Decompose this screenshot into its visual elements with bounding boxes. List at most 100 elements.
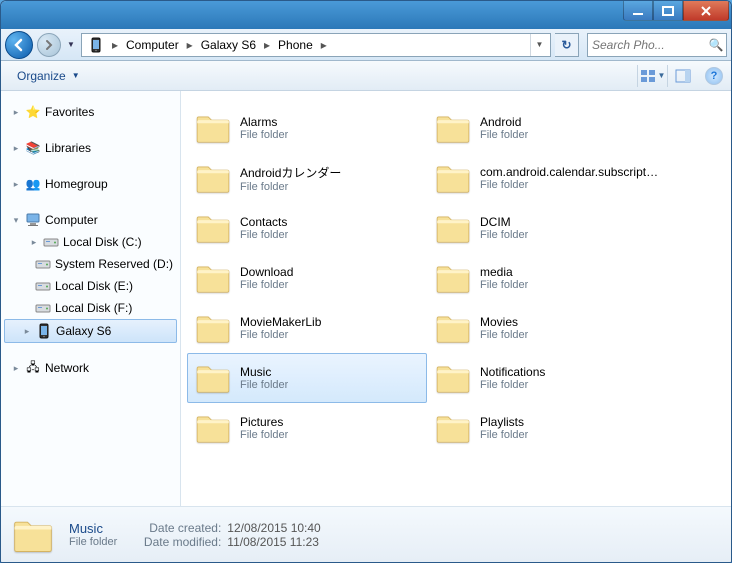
toolbar: Organize ▼ ▼ ? — [1, 61, 731, 91]
search-icon[interactable]: 🔍 — [706, 38, 726, 52]
close-button[interactable] — [683, 1, 729, 21]
folder-item[interactable]: DCIMFile folder — [427, 203, 667, 253]
folder-icon — [194, 309, 232, 347]
folder-icon — [194, 109, 232, 147]
folder-item[interactable]: ContactsFile folder — [187, 203, 427, 253]
nav-computer[interactable]: Computer — [1, 209, 180, 231]
folder-type: File folder — [480, 129, 528, 141]
details-type: File folder — [69, 536, 117, 548]
folder-name: MovieMakerLib — [240, 315, 321, 329]
star-icon: ⭐ — [25, 104, 41, 120]
nav-local-disk-f[interactable]: Local Disk (F:) — [1, 297, 180, 319]
folder-name: Music — [240, 365, 288, 379]
expand-icon[interactable] — [22, 326, 32, 336]
organize-label: Organize — [17, 69, 66, 83]
location-icon — [88, 37, 104, 53]
folder-item[interactable]: MusicFile folder — [187, 353, 427, 403]
view-mode-button[interactable]: ▼ — [637, 65, 667, 87]
homegroup-icon: 👥 — [25, 176, 41, 192]
created-label: Date created: — [131, 521, 221, 535]
folder-name: Playlists — [480, 415, 528, 429]
folder-name: Alarms — [240, 115, 288, 129]
nav-local-disk-e[interactable]: Local Disk (E:) — [1, 275, 180, 297]
breadcrumb-arrow-icon[interactable]: ▸ — [108, 34, 122, 56]
folder-type: File folder — [480, 279, 528, 291]
expand-icon[interactable] — [11, 107, 21, 117]
folder-item[interactable]: PlaylistsFile folder — [427, 403, 667, 453]
folder-item[interactable]: com.android.calendar.subscription.aFile … — [427, 153, 667, 203]
expand-icon[interactable] — [11, 143, 21, 153]
modified-value: 11/08/2015 11:23 — [227, 535, 319, 549]
details-pane: Music File folder Date created: 12/08/20… — [1, 506, 731, 562]
folder-name: Pictures — [240, 415, 288, 429]
refresh-button[interactable]: ↻ — [555, 33, 579, 57]
folder-name: media — [480, 265, 528, 279]
organize-button[interactable]: Organize ▼ — [9, 66, 88, 86]
explorer-window: ▼ ▸ Computer ▸ Galaxy S6 ▸ Phone ▸ ▼ ↻ 🔍… — [0, 0, 732, 563]
folder-type: File folder — [240, 279, 293, 291]
nav-local-disk-c[interactable]: Local Disk (C:) — [1, 231, 180, 253]
folder-type: File folder — [480, 229, 528, 241]
folder-icon — [434, 309, 472, 347]
search-box[interactable]: 🔍 — [587, 33, 727, 57]
folder-type: File folder — [240, 181, 341, 193]
network-icon: 🖧 — [25, 360, 41, 376]
breadcrumb-arrow-icon[interactable]: ▸ — [260, 34, 274, 56]
folder-type: File folder — [480, 329, 528, 341]
folder-name: Movies — [480, 315, 528, 329]
titlebar[interactable] — [1, 1, 731, 29]
folder-icon — [194, 259, 232, 297]
collapse-icon[interactable] — [11, 215, 21, 225]
breadcrumb-computer[interactable]: Computer — [122, 36, 183, 54]
folder-name: Notifications — [480, 365, 545, 379]
folder-item[interactable]: mediaFile folder — [427, 253, 667, 303]
forward-button[interactable] — [37, 33, 61, 57]
search-input[interactable] — [588, 38, 706, 52]
navigation-pane: ⭐ Favorites 📚 Libraries 👥 Homegroup Comp… — [1, 91, 181, 506]
folder-item[interactable]: DownloadFile folder — [187, 253, 427, 303]
back-button[interactable] — [5, 31, 33, 59]
folder-type: File folder — [240, 229, 288, 241]
folder-icon — [194, 359, 232, 397]
expand-icon[interactable] — [11, 179, 21, 189]
folder-icon — [434, 359, 472, 397]
nav-network[interactable]: 🖧 Network — [1, 357, 180, 379]
minimize-button[interactable] — [623, 1, 653, 21]
folder-name: com.android.calendar.subscription.a — [480, 165, 660, 179]
breadcrumb-phone[interactable]: Phone — [274, 36, 317, 54]
folder-item[interactable]: AlarmsFile folder — [187, 103, 427, 153]
nav-galaxy-s6[interactable]: Galaxy S6 — [4, 319, 177, 343]
folder-name: Contacts — [240, 215, 288, 229]
breadcrumb-arrow-icon[interactable]: ▸ — [183, 34, 197, 56]
expand-icon[interactable] — [11, 363, 21, 373]
folder-item[interactable]: MoviesFile folder — [427, 303, 667, 353]
preview-pane-button[interactable] — [667, 65, 697, 87]
nav-homegroup[interactable]: 👥 Homegroup — [1, 173, 180, 195]
file-list[interactable]: AlarmsFile folderAndroidFile folderAndro… — [181, 91, 731, 506]
folder-item[interactable]: AndroidFile folder — [427, 103, 667, 153]
folder-item[interactable]: NotificationsFile folder — [427, 353, 667, 403]
nav-favorites[interactable]: ⭐ Favorites — [1, 101, 180, 123]
drive-icon — [35, 256, 51, 272]
folder-name: Download — [240, 265, 293, 279]
folder-type: File folder — [240, 329, 321, 341]
folder-icon — [434, 209, 472, 247]
history-dropdown[interactable]: ▼ — [65, 32, 77, 58]
breadcrumb-arrow-icon[interactable]: ▸ — [317, 34, 331, 56]
address-bar[interactable]: ▸ Computer ▸ Galaxy S6 ▸ Phone ▸ ▼ — [81, 33, 551, 57]
folder-item[interactable]: PicturesFile folder — [187, 403, 427, 453]
folder-type: File folder — [480, 429, 528, 441]
folder-item[interactable]: AndroidカレンダーFile folder — [187, 153, 427, 203]
breadcrumb-galaxy-s6[interactable]: Galaxy S6 — [197, 36, 260, 54]
drive-icon — [35, 278, 51, 294]
nav-bar: ▼ ▸ Computer ▸ Galaxy S6 ▸ Phone ▸ ▼ ↻ 🔍 — [1, 29, 731, 61]
folder-name: Android — [480, 115, 528, 129]
help-button[interactable]: ? — [705, 67, 723, 85]
nav-libraries[interactable]: 📚 Libraries — [1, 137, 180, 159]
maximize-button[interactable] — [653, 1, 683, 21]
nav-system-reserved[interactable]: System Reserved (D:) — [1, 253, 180, 275]
modified-label: Date modified: — [131, 535, 221, 549]
folder-item[interactable]: MovieMakerLibFile folder — [187, 303, 427, 353]
address-dropdown[interactable]: ▼ — [530, 34, 548, 56]
expand-icon[interactable] — [29, 237, 39, 247]
